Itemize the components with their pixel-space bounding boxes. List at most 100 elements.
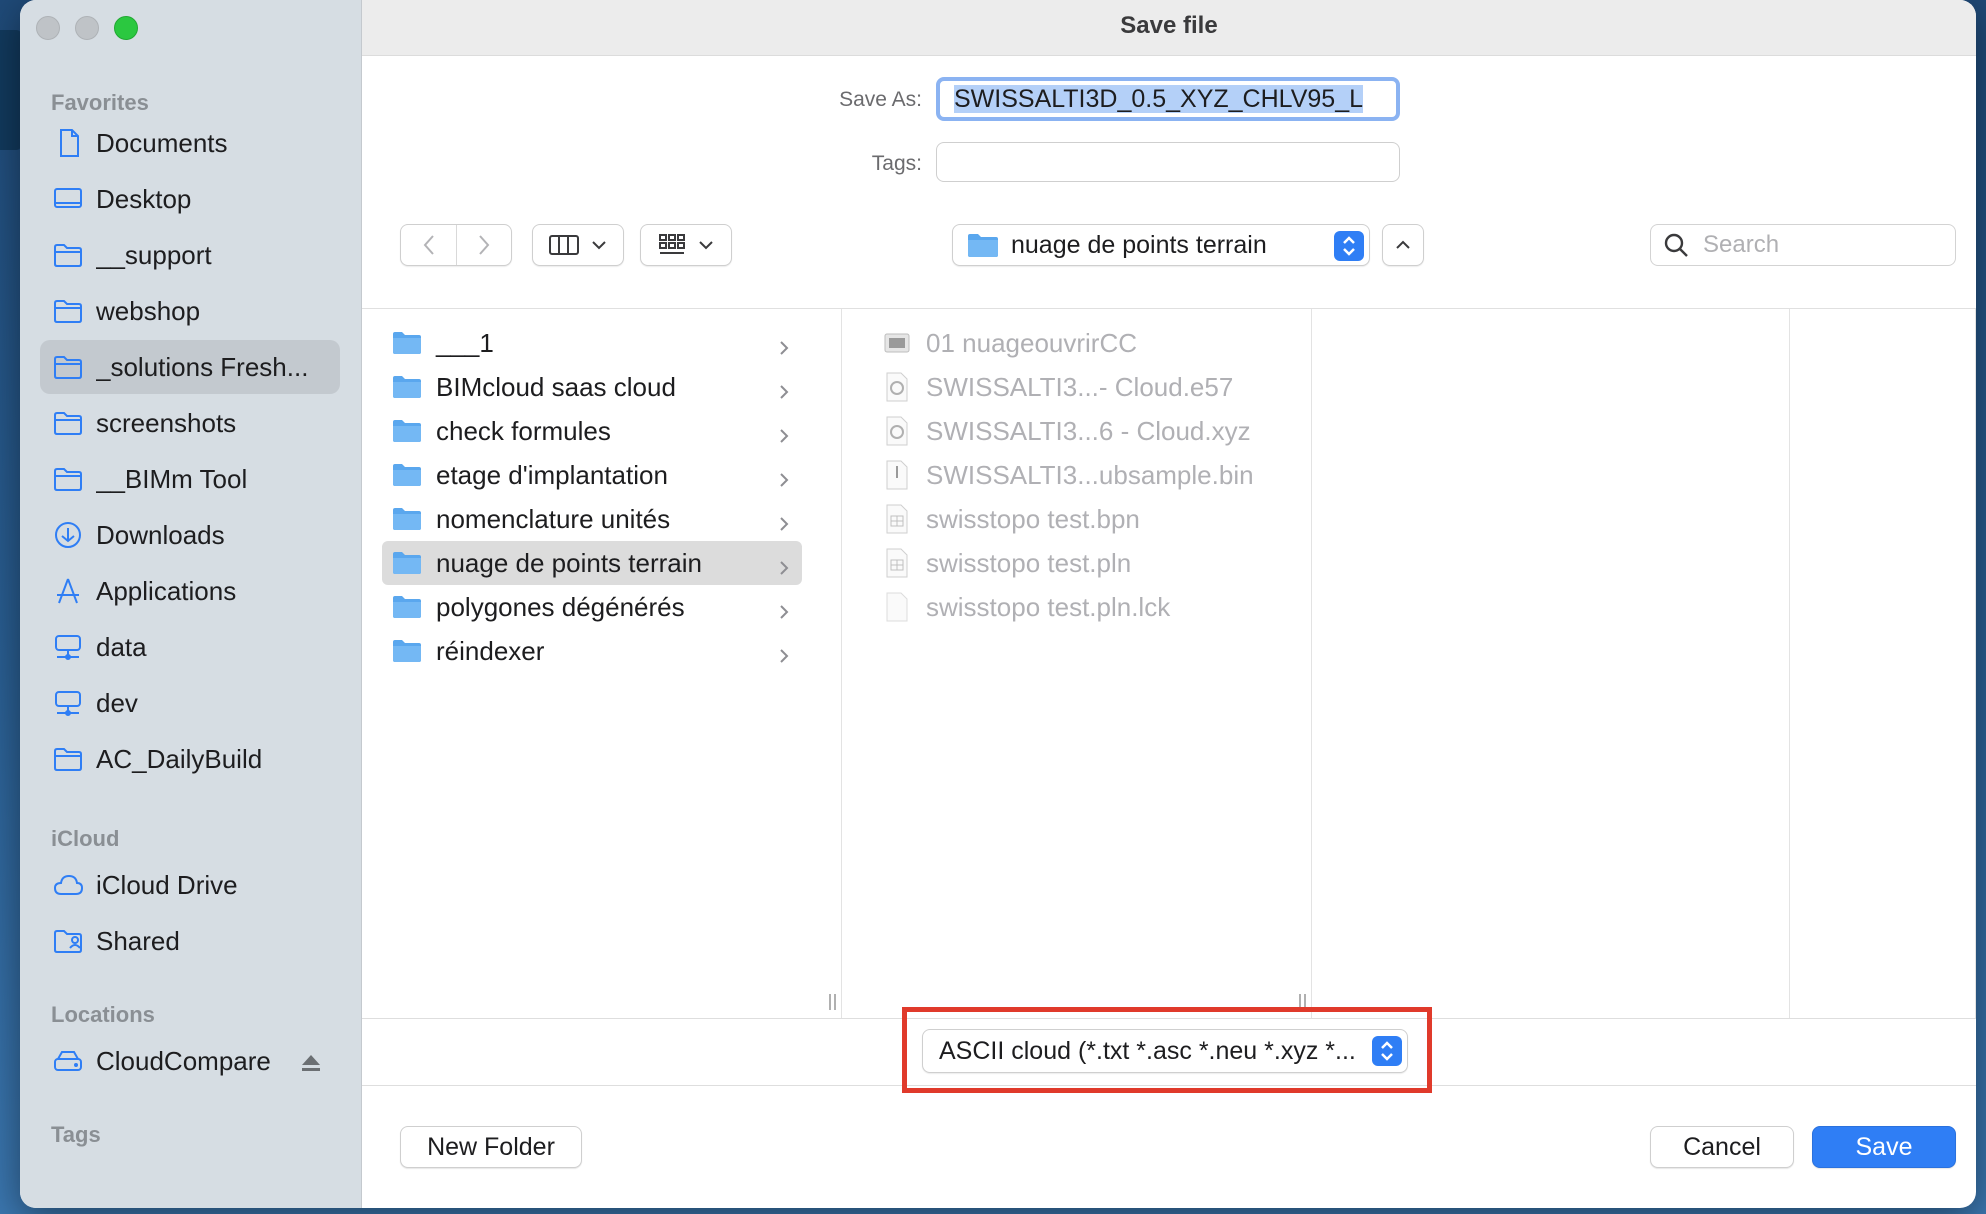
- folder-name: réindexer: [436, 635, 545, 666]
- sidebar-item-label: Desktop: [96, 183, 192, 214]
- file-row: swisstopo test.pln: [884, 541, 1131, 585]
- sidebar-item-label: _solutions Fresh...: [96, 351, 309, 382]
- binary-file-icon: [886, 460, 908, 490]
- sidebar-section-icloud: iCloud: [51, 826, 120, 851]
- chevron-right-icon: [778, 421, 790, 452]
- folder-row[interactable]: check formules: [382, 409, 802, 453]
- cancel-button[interactable]: Cancel: [1650, 1126, 1794, 1168]
- group-by-button[interactable]: [640, 224, 732, 266]
- save-as-input[interactable]: SWISSALTI3D_0.5_XYZ_CHLV95_L: [936, 77, 1400, 121]
- folder-icon: [52, 463, 84, 495]
- search-input[interactable]: [1703, 231, 1933, 259]
- file-row: swisstopo test.pln.lck: [884, 585, 1170, 629]
- folder-icon: [393, 640, 421, 662]
- sidebar-item-desktop[interactable]: Desktop: [40, 172, 340, 226]
- file-row: 01 nuageouvrirCC: [884, 321, 1137, 365]
- file-name: 01 nuageouvrirCC: [926, 327, 1138, 358]
- folder-name: nuage de points terrain: [436, 547, 702, 578]
- file-name: SWISSALTI3...ubsample.bin: [926, 459, 1254, 490]
- sidebar-item-applications[interactable]: Applications: [40, 564, 340, 618]
- chevron-right-icon: [778, 597, 790, 628]
- chevron-right-icon: [778, 465, 790, 496]
- column-3: [1299, 309, 1790, 1018]
- folder-row[interactable]: etage d'implantation: [382, 453, 802, 497]
- sidebar-item-support[interactable]: __support: [40, 228, 340, 282]
- folder-icon: [52, 407, 84, 439]
- eject-icon[interactable]: [300, 1050, 322, 1072]
- search-field[interactable]: [1650, 224, 1956, 266]
- sidebar-item-ac-dailybuild[interactable]: AC_DailyBuild: [40, 732, 340, 786]
- blank-file-icon: [886, 592, 908, 622]
- file-row: SWISSALTI3...- Cloud.e57: [884, 365, 1233, 409]
- chevron-right-icon: [778, 333, 790, 364]
- sidebar-item-label: Downloads: [96, 519, 225, 550]
- grid-view-icon: [659, 234, 685, 254]
- column-2: 01 nuageouvrirCC SWISSALTI3...- Cloud.e57…: [829, 309, 1312, 1018]
- folder-name: BIMcloud saas cloud: [436, 371, 676, 402]
- sidebar-item-label: Documents: [96, 127, 228, 158]
- sidebar-item-bimm-tool[interactable]: __BIMm Tool: [40, 452, 340, 506]
- folder-row[interactable]: réindexer: [382, 629, 802, 673]
- file-format-label: ASCII cloud (*.txt *.asc *.neu *.xyz *..…: [939, 1036, 1356, 1065]
- archicad-file-icon: [886, 548, 908, 578]
- folder-icon: [393, 596, 421, 618]
- tags-input[interactable]: [936, 142, 1400, 182]
- applications-icon: [52, 575, 84, 607]
- close-window-button[interactable]: [36, 16, 60, 40]
- forward-button[interactable]: [456, 225, 511, 265]
- folder-row[interactable]: BIMcloud saas cloud: [382, 365, 802, 409]
- chevron-right-icon: [778, 641, 790, 672]
- document-icon: [52, 127, 84, 159]
- desktop-icon: [52, 183, 84, 215]
- sidebar-item-label: CloudCompare: [96, 1045, 271, 1076]
- folder-icon: [393, 464, 421, 486]
- sidebar-section-favorites: Favorites: [51, 90, 149, 115]
- save-as-value: SWISSALTI3D_0.5_XYZ_CHLV95_L: [954, 85, 1363, 113]
- minimize-window-button[interactable]: [75, 16, 99, 40]
- sidebar-item-label: screenshots: [96, 407, 237, 438]
- folder-row[interactable]: ___1: [382, 321, 802, 365]
- sidebar-item-cloudcompare[interactable]: CloudCompare: [40, 1034, 340, 1088]
- folder-name: nomenclature unités: [436, 503, 671, 534]
- sidebar-item-dev[interactable]: dev: [40, 676, 340, 730]
- sidebar-item-documents[interactable]: Documents: [40, 116, 340, 170]
- column-resize-handle[interactable]: [826, 994, 840, 1010]
- file-name: SWISSALTI3...6 - Cloud.xyz: [926, 415, 1251, 446]
- column-4: [1790, 309, 1976, 1018]
- desktop-background-window: [0, 30, 22, 150]
- sidebar-item-downloads[interactable]: Downloads: [40, 508, 340, 562]
- chevron-up-icon: [1396, 240, 1410, 249]
- sidebar-item-label: data: [96, 631, 147, 662]
- show-more-button[interactable]: [1382, 224, 1424, 266]
- format-bar: ASCII cloud (*.txt *.asc *.neu *.xyz *..…: [362, 1007, 1976, 1093]
- cloud-icon: [52, 869, 84, 901]
- view-mode-button[interactable]: [532, 224, 624, 266]
- save-button[interactable]: Save: [1812, 1126, 1956, 1168]
- sidebar-item-data[interactable]: data: [40, 620, 340, 674]
- folder-row[interactable]: nomenclature unités: [382, 497, 802, 541]
- sidebar-item-label: webshop: [96, 295, 201, 326]
- file-row: swisstopo test.bpn: [884, 497, 1140, 541]
- folder-row[interactable]: nuage de points terrain: [382, 541, 802, 585]
- format-stepper: [1372, 1036, 1402, 1066]
- chevron-right-icon: [778, 377, 790, 408]
- file-name: swisstopo test.pln: [926, 547, 1132, 578]
- sidebar-item-screenshots[interactable]: screenshots: [40, 396, 340, 450]
- back-button[interactable]: [401, 225, 456, 265]
- sidebar-item-webshop[interactable]: webshop: [40, 284, 340, 338]
- location-popup[interactable]: nuage de points terrain: [952, 224, 1370, 266]
- sidebar-item-label: Applications: [96, 575, 237, 606]
- file-browser: ___1 BIMcloud saas cloud check formules eta…: [362, 308, 1976, 1018]
- folder-row[interactable]: polygones dégénérés: [382, 585, 802, 629]
- new-folder-button[interactable]: New Folder: [400, 1126, 582, 1168]
- column-1: ___1 BIMcloud saas cloud check formules eta…: [362, 309, 842, 1018]
- sidebar-item-solutions-fresh[interactable]: _solutions Fresh...: [40, 340, 340, 394]
- file-format-select[interactable]: ASCII cloud (*.txt *.asc *.neu *.xyz *..…: [922, 1029, 1408, 1073]
- sidebar-item-shared[interactable]: Shared: [40, 914, 340, 968]
- folder-icon: [393, 508, 421, 530]
- chevron-down-icon: [699, 241, 713, 250]
- zoom-window-button[interactable]: [114, 16, 138, 40]
- folder-icon: [52, 743, 84, 775]
- sidebar-item-icloud-drive[interactable]: iCloud Drive: [40, 858, 340, 912]
- cloudcompare-file-icon: [886, 416, 908, 446]
